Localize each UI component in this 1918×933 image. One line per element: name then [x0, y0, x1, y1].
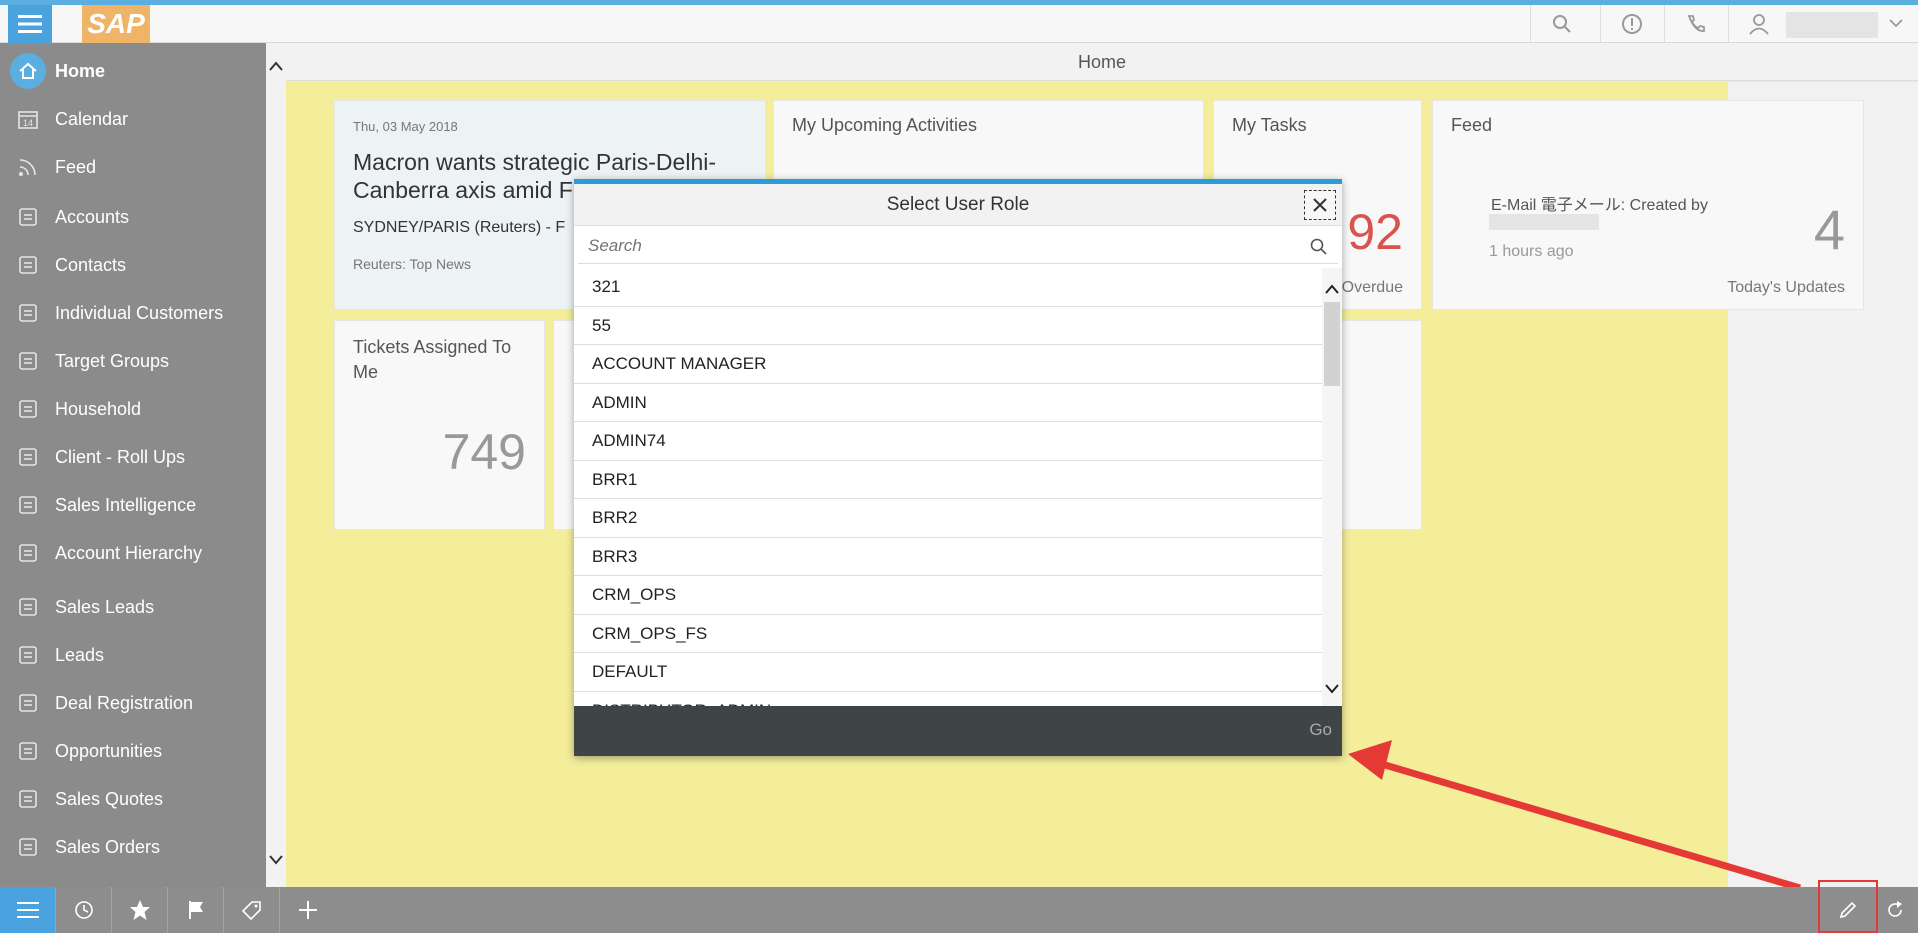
menu-icon	[16, 902, 39, 918]
star-icon	[129, 900, 150, 920]
menu-button[interactable]	[0, 887, 56, 933]
bottom-toolbar	[0, 887, 1918, 933]
annotation-arrow	[1348, 740, 1801, 892]
refresh-button[interactable]	[1872, 887, 1918, 933]
plus-icon	[299, 901, 317, 919]
flag-icon	[188, 901, 203, 919]
tag-button[interactable]	[224, 887, 280, 933]
favorites-button[interactable]	[112, 887, 168, 933]
flag-button[interactable]	[168, 887, 224, 933]
tag-icon	[241, 901, 261, 921]
annotation-highlight-box	[1818, 880, 1878, 933]
refresh-icon	[1888, 901, 1902, 917]
clock-icon	[74, 901, 93, 919]
add-button[interactable]	[280, 887, 336, 933]
recent-button[interactable]	[56, 887, 112, 933]
